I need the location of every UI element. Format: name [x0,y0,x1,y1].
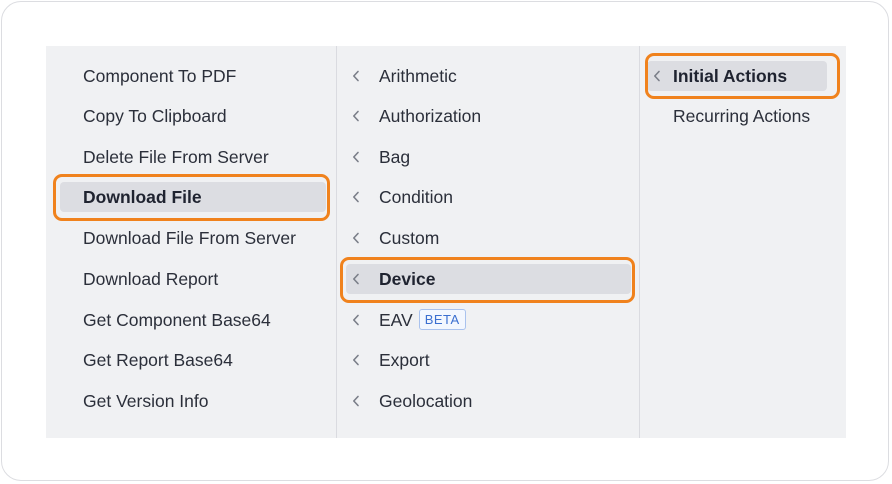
menu-column-actions: Component To PDF Copy To Clipboard Delet… [46,46,336,438]
menu-item-copy-to-clipboard[interactable]: Copy To Clipboard [60,101,326,131]
chevron-left-icon [350,305,362,335]
chevron-left-icon [350,142,362,172]
menu-item-component-to-pdf[interactable]: Component To PDF [60,61,326,91]
menu-item-download-file-from-server[interactable]: Download File From Server [60,223,326,253]
menu-item-label: Initial Actions [673,66,788,86]
menu-item-label: Download File From Server [83,228,296,248]
chevron-left-icon [350,223,362,253]
menu-item-initial-actions[interactable]: Initial Actions [647,61,827,91]
menu-item-label: Export [379,350,430,370]
menu-item-geolocation[interactable]: Geolocation [346,386,631,416]
menu-item-recurring-actions[interactable]: Recurring Actions [647,101,847,131]
menu-item-label: Authorization [379,106,482,126]
chevron-left-icon [350,386,362,416]
menu-item-arithmetic[interactable]: Arithmetic [346,61,631,91]
menu-item-label: Geolocation [379,391,473,411]
menu-item-label: Condition [379,187,453,207]
menu-item-label: Download Report [83,269,219,289]
chevron-left-icon [350,101,362,131]
cascading-menu: Component To PDF Copy To Clipboard Delet… [46,46,846,438]
menu-item-bag[interactable]: Bag [346,142,631,172]
menu-item-custom[interactable]: Custom [346,223,631,253]
menu-item-eav[interactable]: EAV BETA [346,305,631,335]
menu-item-get-version-info[interactable]: Get Version Info [60,386,326,416]
menu-item-condition[interactable]: Condition [346,182,631,212]
chevron-left-icon [651,61,663,91]
menu-item-download-file[interactable]: Download File [60,182,326,212]
beta-badge: BETA [418,309,466,330]
chevron-left-icon [350,61,362,91]
menu-item-label: Component To PDF [83,66,237,86]
menu-item-label: Arithmetic [379,66,457,86]
menu-item-label: Custom [379,228,440,248]
menu-item-label: Get Component Base64 [83,310,271,330]
menu-item-delete-file-from-server[interactable]: Delete File From Server [60,142,326,172]
menu-item-label: Download File [83,187,202,207]
menu-item-label: Device [379,269,436,289]
chevron-left-icon [350,345,362,375]
menu-item-device[interactable]: Device [346,264,631,294]
chevron-left-icon [350,182,362,212]
menu-item-label: Copy To Clipboard [83,106,227,126]
menu-item-export[interactable]: Export [346,345,631,375]
chevron-left-icon [350,264,362,294]
menu-item-label: Delete File From Server [83,147,269,167]
menu-item-download-report[interactable]: Download Report [60,264,326,294]
menu-item-get-report-base64[interactable]: Get Report Base64 [60,345,326,375]
menu-column-device-actions: Initial Actions Recurring Actions [639,46,846,438]
menu-item-get-component-base64[interactable]: Get Component Base64 [60,305,326,335]
menu-column-categories: Arithmetic Authorization Bag Condition C… [336,46,639,438]
menu-item-label: EAV [379,310,413,330]
menu-item-label: Bag [379,147,411,167]
menu-item-authorization[interactable]: Authorization [346,101,631,131]
menu-item-label: Recurring Actions [673,106,811,126]
menu-item-label: Get Report Base64 [83,350,233,370]
menu-item-label: Get Version Info [83,391,209,411]
